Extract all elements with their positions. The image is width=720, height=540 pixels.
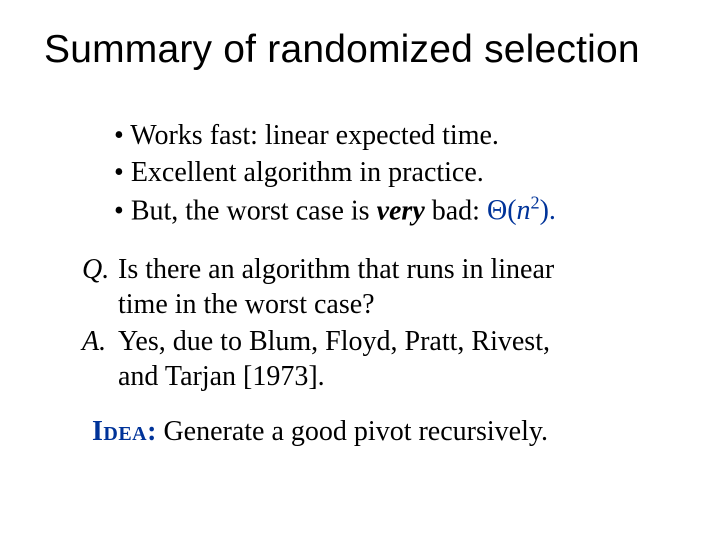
slide: Summary of randomized selection • Works … xyxy=(0,0,720,540)
bullet-text: Works fast: linear expected time. xyxy=(130,120,499,151)
theta-var: n xyxy=(517,195,531,226)
theta-open: Θ( xyxy=(487,195,517,226)
answer-line-1: Yes, due to Blum, Floyd, Pratt, Rivest, xyxy=(118,326,550,357)
slide-title: Summary of randomized selection xyxy=(44,28,676,72)
theta-exponent: 2 xyxy=(531,193,540,213)
question-line-1: Is there an algorithm that runs in linea… xyxy=(118,254,554,285)
idea-section: Idea: Generate a good pivot recursively. xyxy=(92,414,676,449)
question-text: Is there an algorithm that runs in linea… xyxy=(118,252,676,322)
answer-text: Yes, due to Blum, Floyd, Pratt, Rivest, … xyxy=(118,324,676,394)
bullet-text-prefix: But, the worst case is xyxy=(131,195,377,226)
idea-label: Idea xyxy=(92,416,147,447)
question-label: Q. xyxy=(82,252,118,287)
answer-label: A. xyxy=(82,324,118,359)
qa-section: Q. Is there an algorithm that runs in li… xyxy=(82,252,676,394)
bullet-item: • But, the worst case is very bad: Θ(n2)… xyxy=(114,192,676,228)
bullet-dot-icon: • xyxy=(114,157,131,188)
theta-notation: Θ(n2). xyxy=(487,195,556,226)
bullet-item: • Works fast: linear expected time. xyxy=(114,118,676,153)
idea-text: Generate a good pivot recursively. xyxy=(156,416,548,447)
bullet-dot-icon: • xyxy=(114,195,131,226)
bullet-text-suffix: bad: xyxy=(425,195,487,226)
question-row: Q. Is there an algorithm that runs in li… xyxy=(82,252,676,322)
bullet-list: • Works fast: linear expected time. • Ex… xyxy=(114,118,676,228)
answer-row: A. Yes, due to Blum, Floyd, Pratt, Rives… xyxy=(82,324,676,394)
answer-line-2: and Tarjan [1973]. xyxy=(118,361,325,392)
bullet-dot-icon: • xyxy=(114,120,130,151)
bullet-text-emphasis: very xyxy=(377,195,425,226)
theta-close: ). xyxy=(540,195,556,226)
bullet-item: • Excellent algorithm in practice. xyxy=(114,155,676,190)
question-line-2: time in the worst case? xyxy=(118,289,375,320)
bullet-text: Excellent algorithm in practice. xyxy=(131,157,484,188)
